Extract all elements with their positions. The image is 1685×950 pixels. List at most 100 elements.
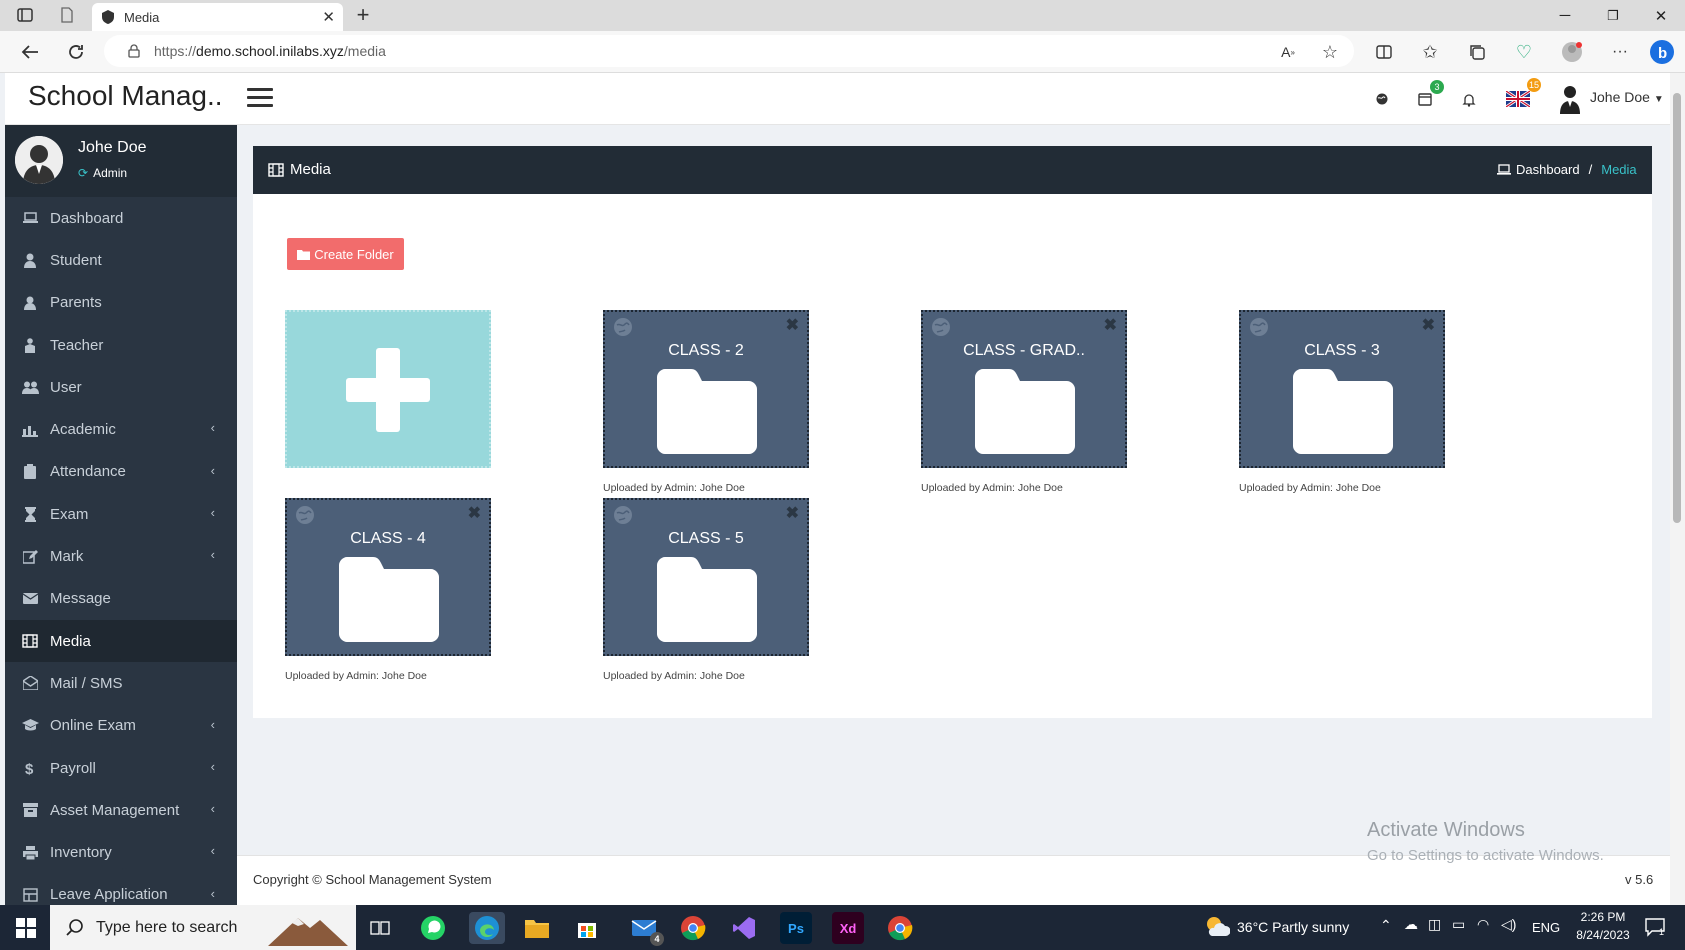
language-indicator[interactable]: ENG xyxy=(1532,920,1560,935)
folder-icon xyxy=(297,249,311,260)
header-avatar[interactable] xyxy=(1557,84,1583,114)
sidebar-item-academic[interactable]: Academic ‹ xyxy=(5,408,237,450)
delete-folder-icon[interactable]: ✖ xyxy=(1104,315,1117,335)
address-bar[interactable]: https://demo.school.inilabs.xyz/media xyxy=(104,35,1354,67)
delete-folder-icon[interactable]: ✖ xyxy=(786,315,799,335)
refresh-icon[interactable] xyxy=(62,38,90,66)
sidebar-item-payroll[interactable]: $ Payroll ‹ xyxy=(5,747,237,789)
globe-icon[interactable] xyxy=(1370,88,1394,110)
search-icon xyxy=(66,918,84,937)
header-user-menu[interactable]: Johe Doe ▼ xyxy=(1590,89,1664,105)
envelope-icon xyxy=(21,590,39,608)
read-aloud-icon[interactable]: A» xyxy=(1274,38,1302,66)
add-media-tile[interactable] xyxy=(285,310,491,468)
sidebar-item-media[interactable]: Media xyxy=(5,619,237,663)
workspaces-icon[interactable] xyxy=(56,4,78,26)
globe-icon[interactable] xyxy=(295,505,315,525)
archive-icon xyxy=(21,801,39,819)
bing-chat-icon[interactable]: b xyxy=(1648,38,1676,66)
onedrive-icon[interactable]: ☁ xyxy=(1404,916,1418,933)
folder-icon xyxy=(1293,369,1393,454)
folder-tile[interactable]: ✖ CLASS - 3 xyxy=(1239,310,1445,468)
minimize-icon[interactable]: ─ xyxy=(1542,0,1588,31)
restore-icon[interactable]: ❐ xyxy=(1590,0,1636,31)
sidebar-item-exam[interactable]: Exam ‹ xyxy=(5,493,237,535)
browser-essentials-icon[interactable]: ♡ xyxy=(1510,38,1538,66)
photoshop-icon[interactable]: Ps xyxy=(780,912,812,944)
sidebar-item-teacher[interactable]: Teacher xyxy=(5,324,237,366)
notification-bell-icon[interactable] xyxy=(1457,88,1481,110)
browser-tab-media[interactable]: Media ✕ xyxy=(92,3,343,31)
weather-text[interactable]: 36°C Partly sunny xyxy=(1237,919,1349,935)
meet-now-icon[interactable]: ◫ xyxy=(1428,916,1441,933)
scrollbar-thumb[interactable] xyxy=(1673,93,1681,523)
delete-folder-icon[interactable]: ✖ xyxy=(468,503,481,523)
volume-icon[interactable]: ◁) xyxy=(1501,916,1516,933)
sidebar-item-message[interactable]: Message xyxy=(5,578,237,620)
task-view-icon[interactable] xyxy=(364,912,396,944)
more-icon[interactable]: ··· xyxy=(1606,38,1634,66)
delete-folder-icon[interactable]: ✖ xyxy=(786,503,799,523)
new-tab-icon[interactable]: + xyxy=(352,2,374,27)
brand-title[interactable]: School Manag.. xyxy=(28,80,223,112)
back-icon[interactable] xyxy=(16,38,44,66)
globe-icon[interactable] xyxy=(613,505,633,525)
split-screen-icon[interactable] xyxy=(1370,38,1398,66)
wifi-icon[interactable]: ◠ xyxy=(1477,916,1489,933)
sidebar-item-user[interactable]: User xyxy=(5,366,237,408)
tray-chevron-icon[interactable]: ⌃ xyxy=(1380,917,1392,934)
sidebar-role-label: Admin xyxy=(93,166,128,180)
clock[interactable]: 2:26 PM 8/24/2023 xyxy=(1573,910,1633,942)
menu-toggle-icon[interactable] xyxy=(247,88,273,108)
edge-icon[interactable] xyxy=(469,912,505,944)
chevron-left-icon: ‹ xyxy=(210,547,215,563)
store-icon[interactable] xyxy=(571,912,603,944)
folder-tile[interactable]: ✖ CLASS - 5 xyxy=(603,498,809,656)
language-flag-icon[interactable]: 15 xyxy=(1505,78,1541,110)
url-prefix: https:// xyxy=(154,43,197,59)
folder-tile[interactable]: ✖ CLASS - 4 xyxy=(285,498,491,656)
taskbar-search[interactable]: Type here to search xyxy=(50,905,356,950)
chrome-second-icon[interactable] xyxy=(884,912,916,944)
folder-icon xyxy=(657,369,757,454)
globe-icon[interactable] xyxy=(931,317,951,337)
sidebar-item-inventory[interactable]: Inventory ‹ xyxy=(5,831,237,873)
tab-close-icon[interactable]: ✕ xyxy=(322,8,335,26)
chrome-icon[interactable] xyxy=(677,912,709,944)
favorites-icon[interactable]: ✩ xyxy=(1416,38,1444,66)
profile-icon[interactable] xyxy=(1558,38,1586,66)
sidebar-user-role: ⟳ Admin xyxy=(78,166,127,180)
battery-icon[interactable]: ▭ xyxy=(1452,916,1465,933)
sidebar-item-mark[interactable]: Mark ‹ xyxy=(5,535,237,577)
windows-start-icon[interactable] xyxy=(16,918,36,938)
sidebar-item-dashboard[interactable]: Dashboard xyxy=(5,197,237,239)
globe-icon[interactable] xyxy=(613,317,633,337)
folder-tile[interactable]: ✖ CLASS - 2 xyxy=(603,310,809,468)
calendar-icon[interactable]: 3 xyxy=(1413,80,1444,110)
sidebar-item-student[interactable]: Student xyxy=(5,239,237,281)
tab-actions-icon[interactable] xyxy=(14,4,36,26)
mail-badge: 4 xyxy=(650,932,664,946)
sidebar-item-parents[interactable]: Parents xyxy=(5,282,237,324)
file-explorer-icon[interactable] xyxy=(521,912,553,944)
adobe-xd-icon[interactable]: Xd xyxy=(832,912,864,944)
visual-studio-icon[interactable] xyxy=(728,912,760,944)
sidebar-item-online-exam[interactable]: Online Exam ‹ xyxy=(5,705,237,747)
sidebar-item-asset-management[interactable]: Asset Management ‹ xyxy=(5,789,237,831)
notification-center-icon[interactable]: 1 xyxy=(1644,917,1666,937)
delete-folder-icon[interactable]: ✖ xyxy=(1422,315,1435,335)
sidebar-item-mail-sms[interactable]: Mail / SMS xyxy=(5,662,237,704)
weather-icon[interactable] xyxy=(1204,914,1230,940)
mail-app-icon[interactable]: 4 xyxy=(626,912,664,946)
sidebar-item-attendance[interactable]: Attendance ‹ xyxy=(5,451,237,493)
globe-icon[interactable] xyxy=(1249,317,1269,337)
create-folder-button[interactable]: Create Folder xyxy=(287,238,404,270)
breadcrumb-dashboard[interactable]: Dashboard xyxy=(1516,162,1580,177)
favorite-star-icon[interactable]: ☆ xyxy=(1316,38,1344,66)
sidebar-item-label: Parents xyxy=(50,294,102,312)
window-close-icon[interactable]: ✕ xyxy=(1638,0,1684,31)
folder-tile[interactable]: ✖ CLASS - GRAD.. xyxy=(921,310,1127,468)
teacher-icon xyxy=(21,336,39,354)
whatsapp-icon[interactable] xyxy=(417,912,449,944)
collections-icon[interactable] xyxy=(1463,38,1491,66)
